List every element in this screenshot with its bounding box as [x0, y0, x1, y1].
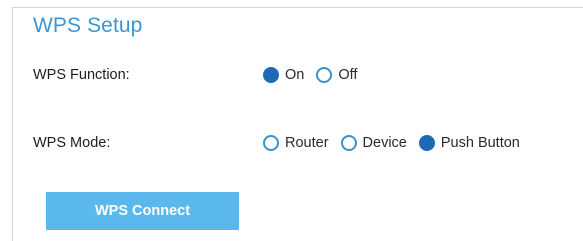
panel-left-border: [12, 7, 13, 241]
wps-mode-router-option[interactable]: Router: [263, 134, 329, 152]
wps-mode-push-button-radio[interactable]: [418, 135, 435, 151]
wps-mode-router-radio[interactable]: [263, 135, 279, 151]
wps-mode-radio-group: Router Device Push Button: [263, 134, 532, 152]
wps-mode-router-label: Router: [285, 135, 329, 151]
wps-mode-device-option[interactable]: Device: [340, 134, 407, 152]
wps-function-off-option[interactable]: Off: [316, 66, 357, 84]
wps-function-off-label: Off: [338, 67, 358, 83]
wps-mode-device-label: Device: [362, 135, 407, 151]
panel-top-border: [12, 7, 583, 8]
wps-function-on-radio[interactable]: [263, 67, 279, 83]
section-title: WPS Setup: [33, 14, 143, 37]
wps-function-radio-group: On Off: [263, 66, 369, 84]
wps-function-on-label: On: [285, 67, 305, 83]
wps-setup-panel: WPS Setup WPS Function: On Off WPS Mode:…: [0, 0, 583, 241]
wps-function-off-radio[interactable]: [316, 67, 333, 83]
wps-function-label: WPS Function:: [33, 67, 130, 83]
wps-mode-label: WPS Mode:: [33, 135, 111, 151]
wps-mode-push-button-option[interactable]: Push Button: [418, 134, 520, 152]
wps-mode-device-radio[interactable]: [340, 135, 357, 151]
wps-mode-push-button-label: Push Button: [440, 135, 520, 151]
wps-function-on-option[interactable]: On: [263, 66, 304, 84]
wps-connect-button[interactable]: WPS Connect: [46, 192, 239, 230]
